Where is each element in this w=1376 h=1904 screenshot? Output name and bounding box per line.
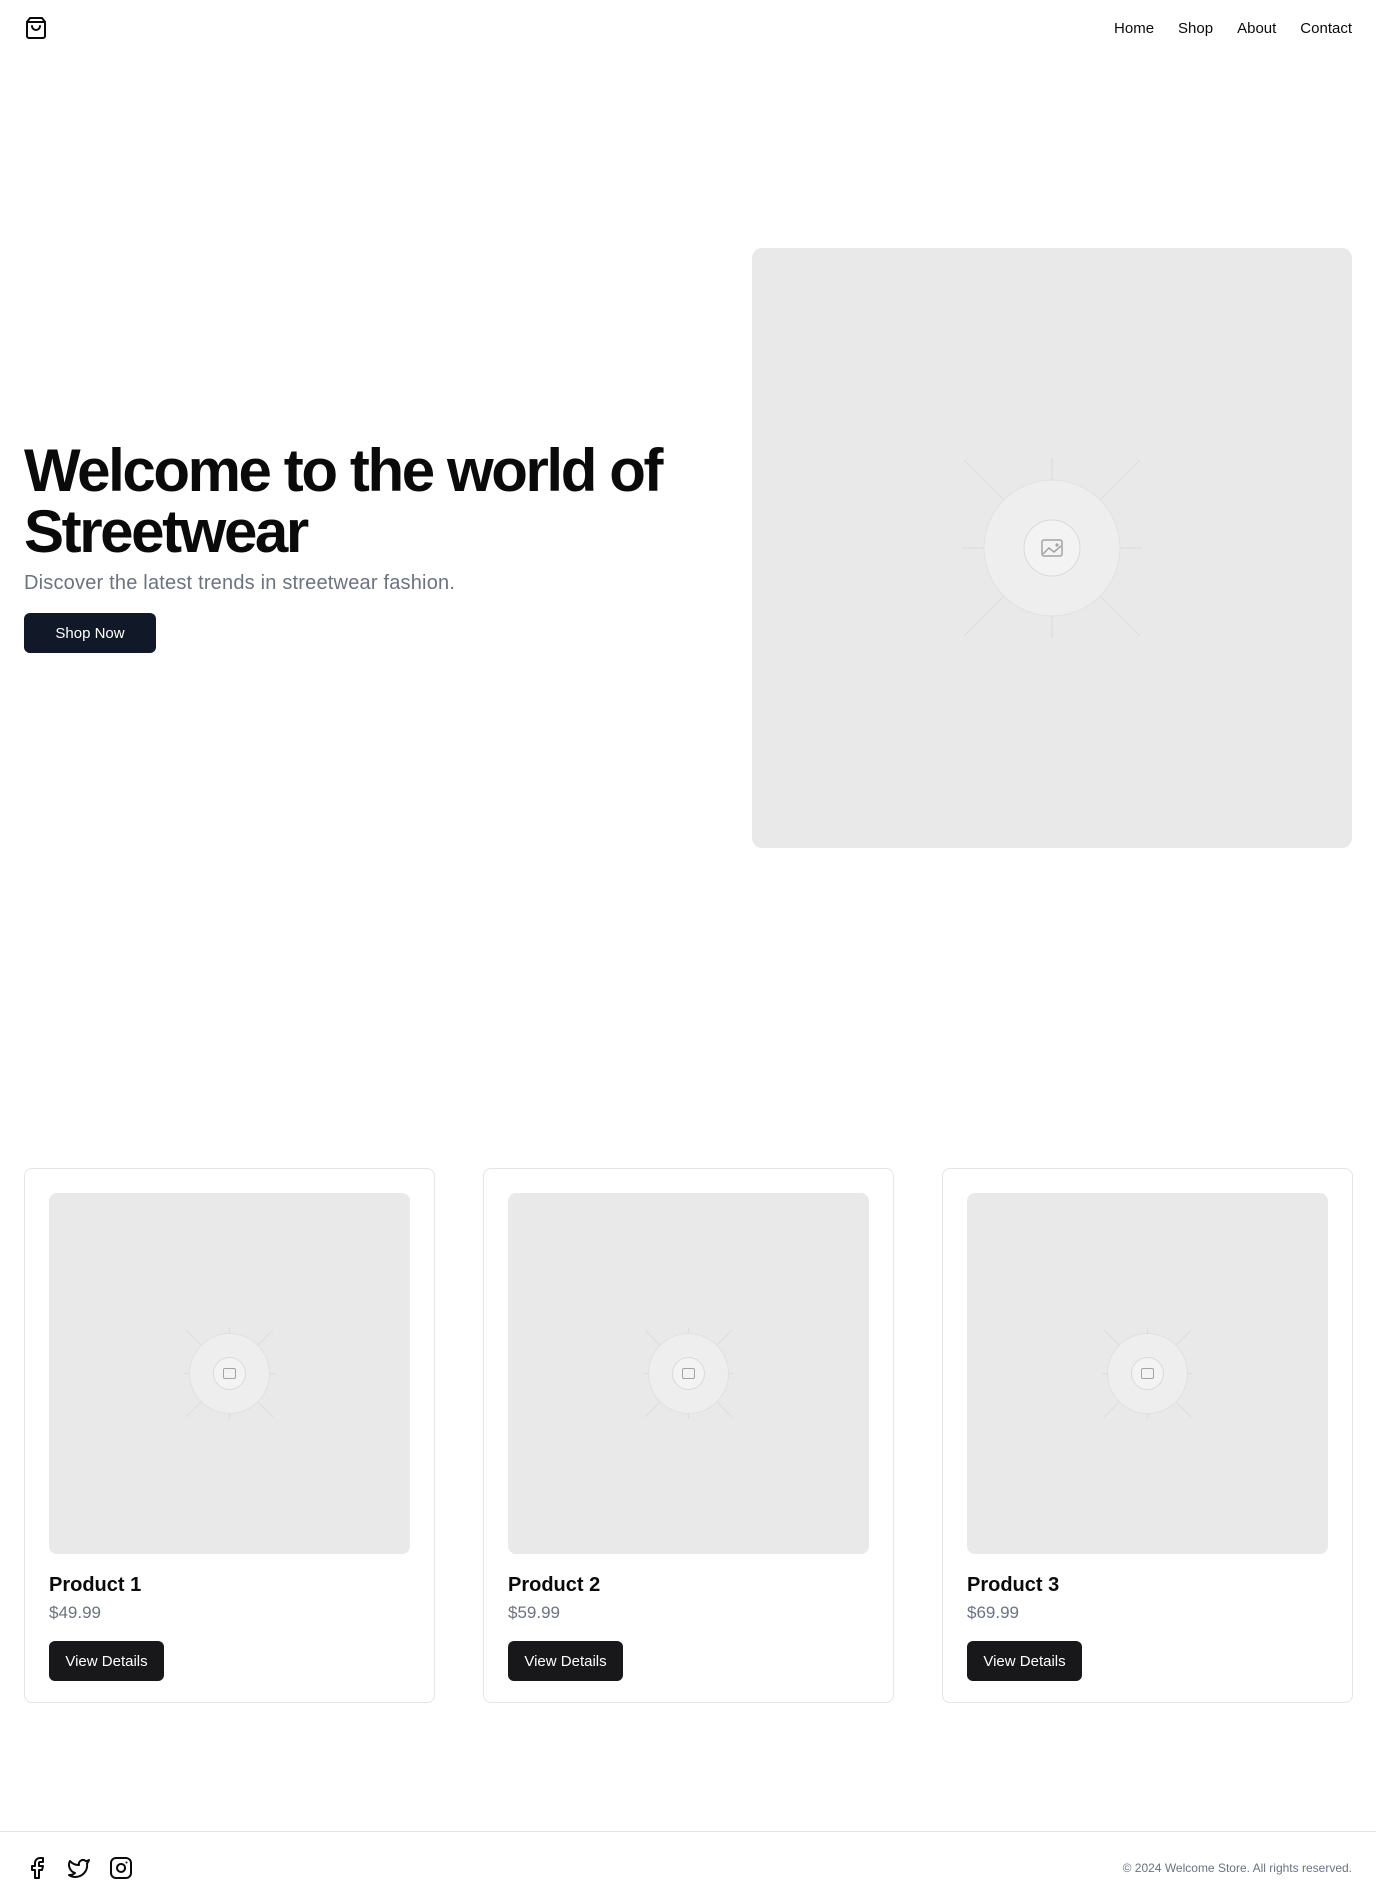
- site-footer: © 2024 Welcome Store. All rights reserve…: [0, 1831, 1376, 1904]
- product-card[interactable]: Product 1 $49.99 View Details: [24, 1168, 435, 1703]
- nav-shop-link[interactable]: Shop: [1178, 20, 1213, 37]
- social-links: [24, 1855, 134, 1881]
- image-placeholder-icon: [1102, 1328, 1193, 1419]
- hero-section: Welcome to the world of Streetwear Disco…: [24, 440, 724, 653]
- nav-contact-link[interactable]: Contact: [1300, 20, 1352, 37]
- site-header: Home Shop About Contact: [0, 0, 1376, 56]
- image-placeholder-icon: [643, 1328, 734, 1419]
- image-placeholder-icon: [184, 1328, 275, 1419]
- product-image-placeholder: [49, 1193, 410, 1554]
- product-price: $69.99: [967, 1603, 1019, 1622]
- product-price: $59.99: [508, 1603, 560, 1622]
- product-name: Product 1: [49, 1574, 142, 1596]
- twitter-icon[interactable]: [66, 1855, 92, 1881]
- nav-about-link[interactable]: About: [1237, 20, 1276, 37]
- hero-title-line1: Welcome to the world of: [24, 437, 663, 504]
- view-details-button[interactable]: View Details: [967, 1641, 1082, 1681]
- shop-now-button[interactable]: Shop Now: [24, 613, 156, 653]
- product-name: Product 3: [967, 1574, 1060, 1596]
- shopping-bag-icon[interactable]: [24, 16, 48, 40]
- view-details-button[interactable]: View Details: [508, 1641, 623, 1681]
- view-details-button[interactable]: View Details: [49, 1641, 164, 1681]
- instagram-icon[interactable]: [108, 1855, 134, 1881]
- product-grid: Product 1 $49.99 View Details Product 2 …: [24, 1168, 1353, 1703]
- main-nav: Home Shop About Contact: [1114, 20, 1352, 37]
- product-name: Product 2: [508, 1574, 601, 1596]
- hero-title: Welcome to the world of Streetwear: [24, 440, 724, 562]
- image-placeholder-icon: [962, 458, 1142, 638]
- product-image-placeholder: [967, 1193, 1328, 1554]
- product-price: $49.99: [49, 1603, 101, 1622]
- product-card[interactable]: Product 3 $69.99 View Details: [942, 1168, 1353, 1703]
- hero-title-line2: Streetwear: [24, 498, 309, 565]
- product-image-placeholder: [508, 1193, 869, 1554]
- copyright-text: © 2024 Welcome Store. All rights reserve…: [1122, 1861, 1352, 1875]
- hero-subtitle: Discover the latest trends in streetwear…: [24, 572, 456, 594]
- nav-home-link[interactable]: Home: [1114, 20, 1154, 37]
- product-card[interactable]: Product 2 $59.99 View Details: [483, 1168, 894, 1703]
- facebook-icon[interactable]: [24, 1855, 50, 1881]
- hero-image-placeholder: [752, 248, 1352, 848]
